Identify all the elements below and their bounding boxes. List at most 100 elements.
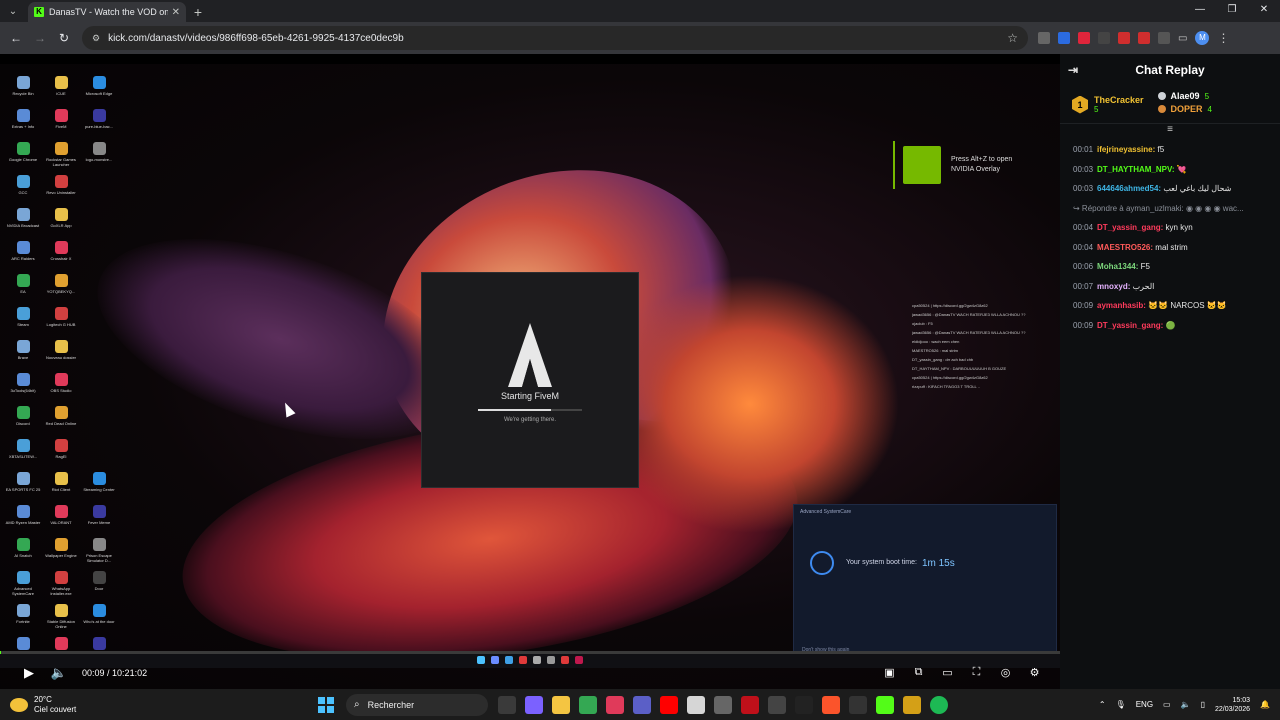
extension-icon[interactable] <box>1118 32 1130 44</box>
windows-start-icon[interactable] <box>318 696 334 713</box>
leaderboard-first[interactable]: 1 TheCracker 5 <box>1072 86 1144 123</box>
chat-message[interactable]: 00:04 MAESTRO526: mal strim <box>1073 238 1267 258</box>
play-icon[interactable]: ▶ <box>14 665 44 681</box>
back-button[interactable]: ← <box>4 31 28 45</box>
task-view-icon[interactable] <box>498 695 516 714</box>
ingame-chat-line: DT_yassin_gang : drr ach bad chb <box>912 357 974 362</box>
tab-search-icon[interactable]: ⌄ <box>0 0 26 22</box>
chat-username[interactable]: MAESTRO526: <box>1097 243 1153 252</box>
desktop-icon: NVIDIA Broadcast <box>4 208 42 233</box>
menu-kebab-icon[interactable]: ⋮ <box>1217 31 1229 45</box>
app-icon[interactable] <box>606 695 624 714</box>
forward-button[interactable]: → <box>28 31 52 45</box>
chrome-icon[interactable] <box>579 695 597 714</box>
desktop-app-icon <box>16 604 30 617</box>
tray-chevron-icon[interactable]: ⌃ <box>1099 700 1106 709</box>
close-tab-icon[interactable]: ✕ <box>172 7 180 18</box>
notifications-bell-icon[interactable]: 🔔 <box>1260 700 1270 709</box>
kick-icon[interactable] <box>876 695 894 714</box>
chat-username[interactable]: DT_yassin_gang: <box>1097 223 1163 232</box>
spotify-icon[interactable] <box>930 695 948 714</box>
youtube-icon[interactable] <box>660 695 678 714</box>
browser-tab[interactable]: K DanasTV - Watch the VOD on K ✕ <box>28 2 186 22</box>
chat-message[interactable]: 00:06 Moha1344: F5 <box>1073 257 1267 277</box>
maximize-icon[interactable]: ❐ <box>1216 0 1248 20</box>
desktop-icon <box>80 340 118 365</box>
collapse-chat-icon[interactable]: ⇥ <box>1068 63 1078 77</box>
system-clock[interactable]: 15:03 22/03/2026 <box>1215 696 1250 714</box>
puzzle-extensions-icon[interactable] <box>1158 32 1170 44</box>
desktop-icon-label: Logitech G HUB <box>46 322 76 327</box>
address-bar[interactable]: ⚙ kick.com/danastv/videos/986ff698-65eb-… <box>82 26 1028 50</box>
video-player[interactable]: Recycle Bin iCUE Microsoft Edge Extras + In… <box>0 54 1060 689</box>
pinned-expand-icon[interactable]: ≡ <box>1060 124 1280 136</box>
sidebar-icon[interactable]: ▭ <box>1178 33 1187 44</box>
leaderboard-third[interactable]: DOPER 4 <box>1157 104 1212 114</box>
settings-gear-icon[interactable]: ⚙ <box>1023 666 1046 679</box>
extension-icon[interactable] <box>1138 32 1150 44</box>
language-indicator[interactable]: ENG <box>1136 700 1153 709</box>
chat-message[interactable]: 00:03 644646ahmed54: شحال ليك باغي لعب <box>1073 179 1267 199</box>
chat-username[interactable]: Moha1344: <box>1097 262 1138 271</box>
teams-icon[interactable] <box>633 695 651 714</box>
volume-tray-icon[interactable]: 🔈 <box>1181 700 1191 709</box>
app-icon[interactable] <box>687 695 705 714</box>
theater-mode-icon[interactable]: ▭ <box>936 666 959 679</box>
chat-username[interactable]: DT_yassin_gang: <box>1097 321 1163 330</box>
obs-icon[interactable] <box>768 695 786 714</box>
file-explorer-icon[interactable] <box>552 695 570 714</box>
pip-icon[interactable]: ▣ <box>878 666 901 679</box>
fullscreen-icon[interactable]: ⛶ <box>965 666 988 679</box>
weather-widget[interactable]: 20°C Ciel couvert <box>10 695 230 715</box>
app-icon[interactable] <box>849 695 867 714</box>
app-icon[interactable] <box>795 695 813 714</box>
chat-message[interactable]: 00:07 mnoxyd: الحرب <box>1073 277 1267 297</box>
chat-text: ↪ Répondre à ayman_uzlmaki: ◉ ◉ ◉ ◉ wac.… <box>1073 203 1244 213</box>
extension-icon[interactable] <box>1098 32 1110 44</box>
profile-avatar[interactable]: M <box>1195 31 1210 45</box>
chat-message[interactable]: 00:01 ifejrineyassine: f5 <box>1073 140 1267 160</box>
bookmark-star-icon[interactable]: ☆ <box>1007 31 1018 45</box>
app-icon[interactable] <box>741 695 759 714</box>
desktop-icon <box>80 241 118 266</box>
chat-text: f5 <box>1157 145 1165 154</box>
new-tab-button[interactable]: + <box>186 2 210 22</box>
desktop-icon <box>80 274 118 299</box>
chat-username[interactable]: 644646ahmed54: <box>1097 184 1161 193</box>
site-info-icon[interactable]: ⚙ <box>92 33 100 44</box>
clip-icon[interactable]: ⧉ <box>907 666 930 679</box>
close-window-icon[interactable]: ✕ <box>1248 0 1280 20</box>
desktop-icon: Streaming Center <box>80 472 118 497</box>
video-progress-bar[interactable] <box>0 651 1060 654</box>
chat-username[interactable]: ifejrineyassine: <box>1097 145 1155 154</box>
extension-icon[interactable] <box>1038 32 1050 44</box>
minimize-icon[interactable]: — <box>1184 0 1216 20</box>
microphone-icon[interactable]: 🎙 <box>1116 700 1126 709</box>
leaderboard-second[interactable]: Alae09 5 <box>1157 91 1212 101</box>
chat-message[interactable]: 00:04 DT_yassin_gang: kyn kyn <box>1073 218 1267 238</box>
app-icon[interactable] <box>903 695 921 714</box>
desktop-app-icon <box>16 637 30 650</box>
cloudy-weather-icon <box>10 697 28 712</box>
chat-message[interactable]: 00:09 aymanhasib: 🐱🐱 NARCOS 🐱🐱 <box>1073 296 1267 316</box>
battery-icon[interactable]: ▯ <box>1201 700 1205 709</box>
brave-icon[interactable] <box>822 695 840 714</box>
chat-username[interactable]: aymanhasib: <box>1097 301 1146 310</box>
chat-username[interactable]: DT_HAYTHAM_NPV: <box>1097 165 1175 174</box>
chat-message[interactable]: ↪ Répondre à ayman_uzlmaki: ◉ ◉ ◉ ◉ wac.… <box>1073 199 1267 219</box>
extension-icon[interactable] <box>1078 32 1090 44</box>
taskbar-apps <box>498 695 948 714</box>
chat-message[interactable]: 00:09 DT_yassin_gang: 🟢 <box>1073 316 1267 336</box>
chat-message[interactable]: 00:03 DT_HAYTHAM_NPV: 💘 <box>1073 160 1267 180</box>
app-icon[interactable] <box>714 695 732 714</box>
taskbar-search[interactable]: ⌕ Rechercher <box>346 693 488 716</box>
extension-icon[interactable] <box>1058 32 1070 44</box>
chat-username[interactable]: mnoxyd: <box>1097 282 1130 291</box>
desktop-icon-label: Fortnite <box>16 619 30 624</box>
copilot-icon[interactable] <box>525 695 543 714</box>
desktop-icon-label: Door <box>94 586 104 591</box>
reload-button[interactable]: ↻ <box>52 31 76 45</box>
speed-icon[interactable]: ◎ <box>994 666 1017 679</box>
volume-icon[interactable]: 🔈 <box>44 665 74 681</box>
monitor-icon[interactable]: ▭ <box>1163 700 1171 709</box>
